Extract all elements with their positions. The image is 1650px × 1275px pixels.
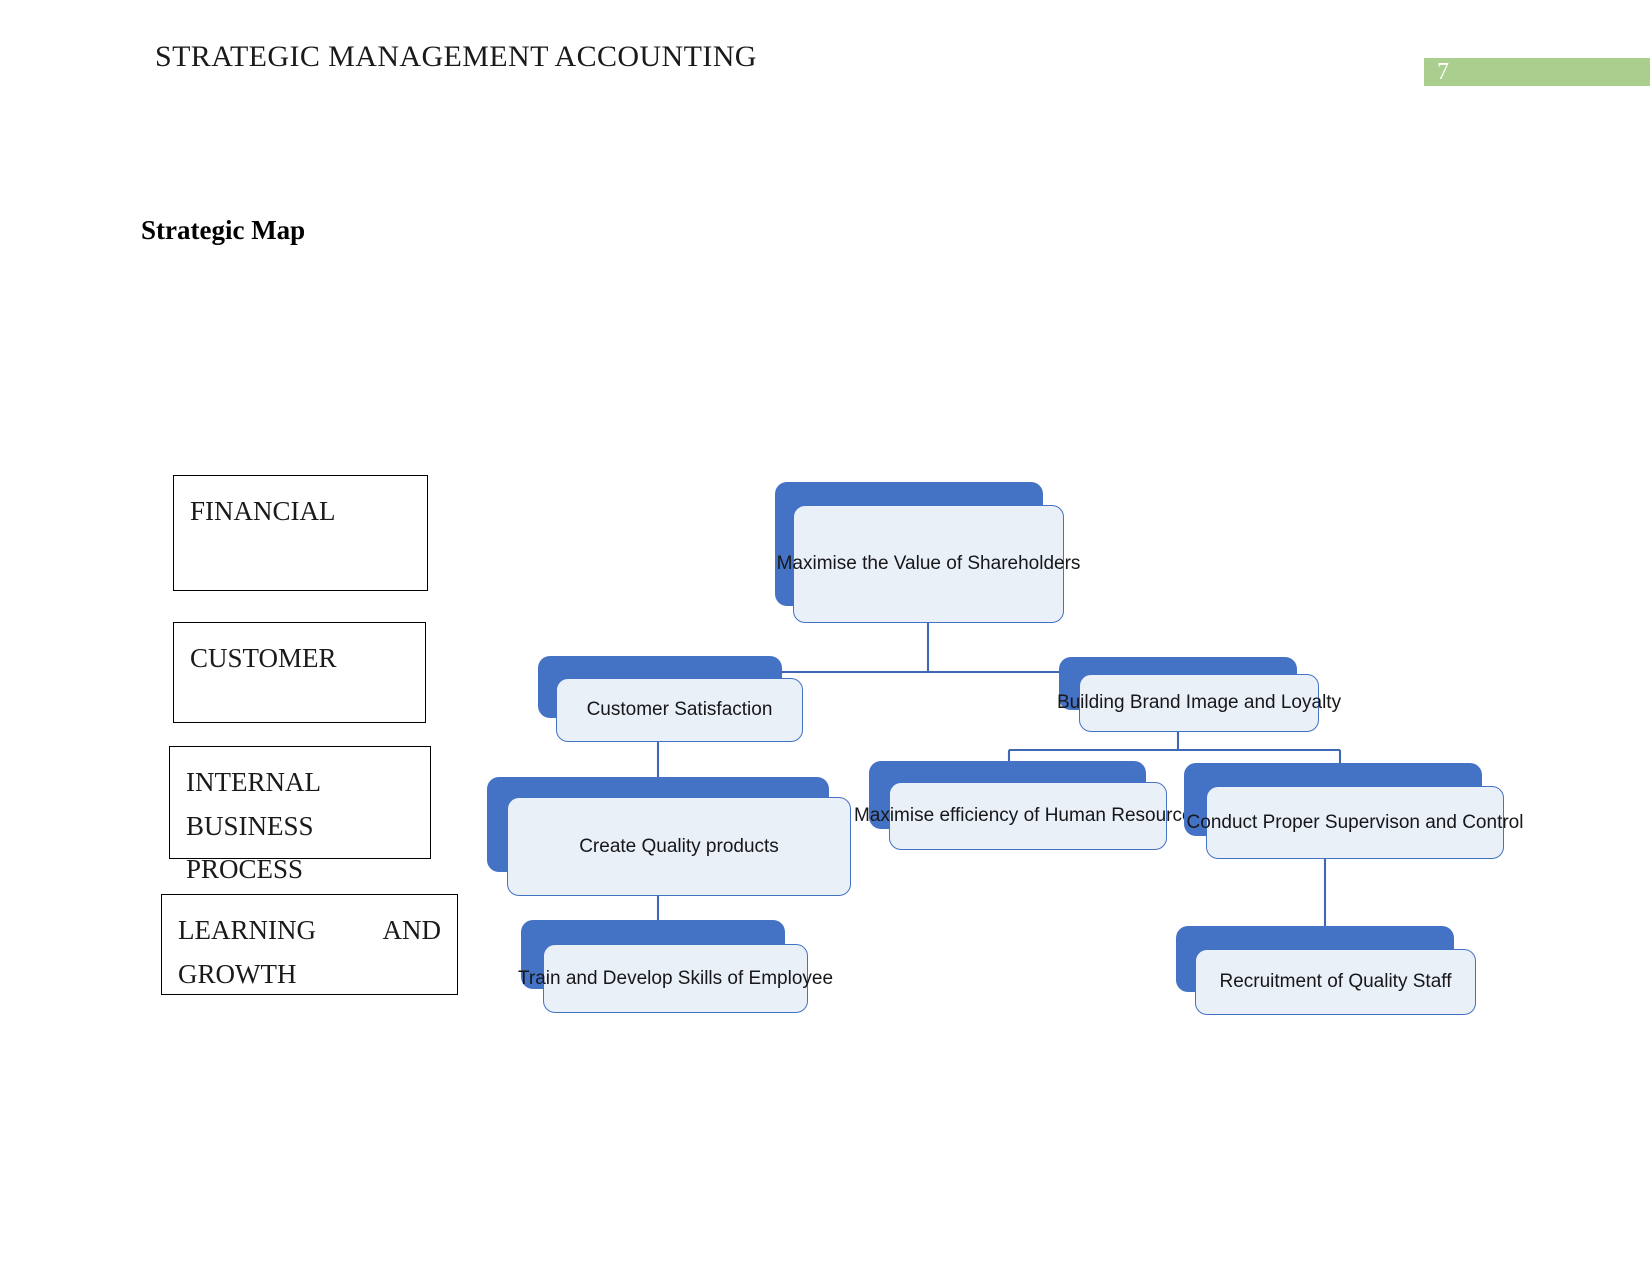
node-accent-plate (869, 761, 1146, 829)
perspective-label-growth: GROWTH (178, 958, 297, 989)
node-label: Create Quality products (579, 835, 779, 857)
section-heading: Strategic Map (141, 215, 306, 245)
node-card: Recruitment of Quality Staff (1195, 949, 1476, 1015)
perspective-label-learning: LEARNING (178, 915, 316, 945)
node-label: Recruitment of Quality Staff (1219, 971, 1452, 993)
node-card: Create Quality products (507, 797, 851, 896)
page-title: STRATEGIC MANAGEMENT ACCOUNTING (155, 40, 757, 73)
map-node-customer-satisfaction[interactable]: Customer Satisfaction (538, 656, 803, 742)
node-accent-plate (1176, 926, 1454, 992)
map-node-maximise-shareholder-value[interactable]: Maximise the Value of Shareholders (775, 482, 1080, 623)
map-node-create-quality-products[interactable]: Create Quality products (487, 777, 851, 896)
perspective-label-learning-row1: LEARNING AND (178, 909, 441, 953)
map-node-conduct-proper-supervision-and-control[interactable]: Conduct Proper Supervison and Control (1184, 763, 1523, 859)
node-card: Customer Satisfaction (556, 678, 803, 742)
page-number-bar (1424, 58, 1650, 86)
perspective-box-learning-and-growth: LEARNING AND GROWTH (161, 894, 458, 995)
perspective-box-customer: CUSTOMER (173, 622, 426, 723)
node-label: Conduct Proper Supervison and Control (1186, 811, 1524, 833)
node-label: Building Brand Image and Loyalty (1056, 692, 1342, 714)
map-node-building-brand-image-and-loyalty[interactable]: Building Brand Image and Loyalty (1057, 657, 1341, 732)
node-card: Maximise the Value of Shareholders (777, 505, 1080, 623)
page-number: 7 (1437, 59, 1449, 85)
node-accent-plate (1059, 657, 1297, 710)
node-card: Train and Develop Skills of Employee (518, 944, 833, 1013)
perspective-label-financial: FINANCIAL (190, 496, 336, 526)
node-accent-plate (1184, 763, 1482, 836)
map-node-train-and-develop-skills-of-employee[interactable]: Train and Develop Skills of Employee (518, 920, 833, 1013)
perspective-label-customer: CUSTOMER (190, 643, 337, 673)
perspective-label-internal-line2: BUSINESS PROCESS (186, 810, 314, 885)
node-accent-plate (521, 920, 785, 989)
node-card: Conduct Proper Supervison and Control (1187, 786, 1523, 859)
node-label: Customer Satisfaction (586, 699, 773, 721)
node-label: Maximise the Value of Shareholders (776, 553, 1081, 575)
node-accent-plate (775, 482, 1043, 606)
node-card: Maximise efficiency of Human Resources (854, 782, 1202, 850)
map-node-maximise-efficiency-of-human-resources[interactable]: Maximise efficiency of Human Resources (854, 761, 1202, 850)
node-card: Building Brand Image and Loyalty (1057, 674, 1341, 732)
perspective-label-internal-line1: INTERNAL (186, 767, 321, 797)
node-label: Train and Develop Skills of Employee (517, 967, 834, 989)
map-node-recruitment-of-quality-staff[interactable]: Recruitment of Quality Staff (1176, 926, 1476, 1015)
node-accent-plate (538, 656, 782, 718)
perspective-box-financial: FINANCIAL (173, 475, 428, 591)
node-label: Maximise efficiency of Human Resources (853, 805, 1203, 827)
node-accent-plate (487, 777, 829, 872)
perspective-label-and: AND (382, 915, 442, 945)
perspective-box-internal-business-process: INTERNAL BUSINESS PROCESS (169, 746, 431, 884)
document-header: STRATEGIC MANAGEMENT ACCOUNTING 7 (0, 0, 1650, 110)
